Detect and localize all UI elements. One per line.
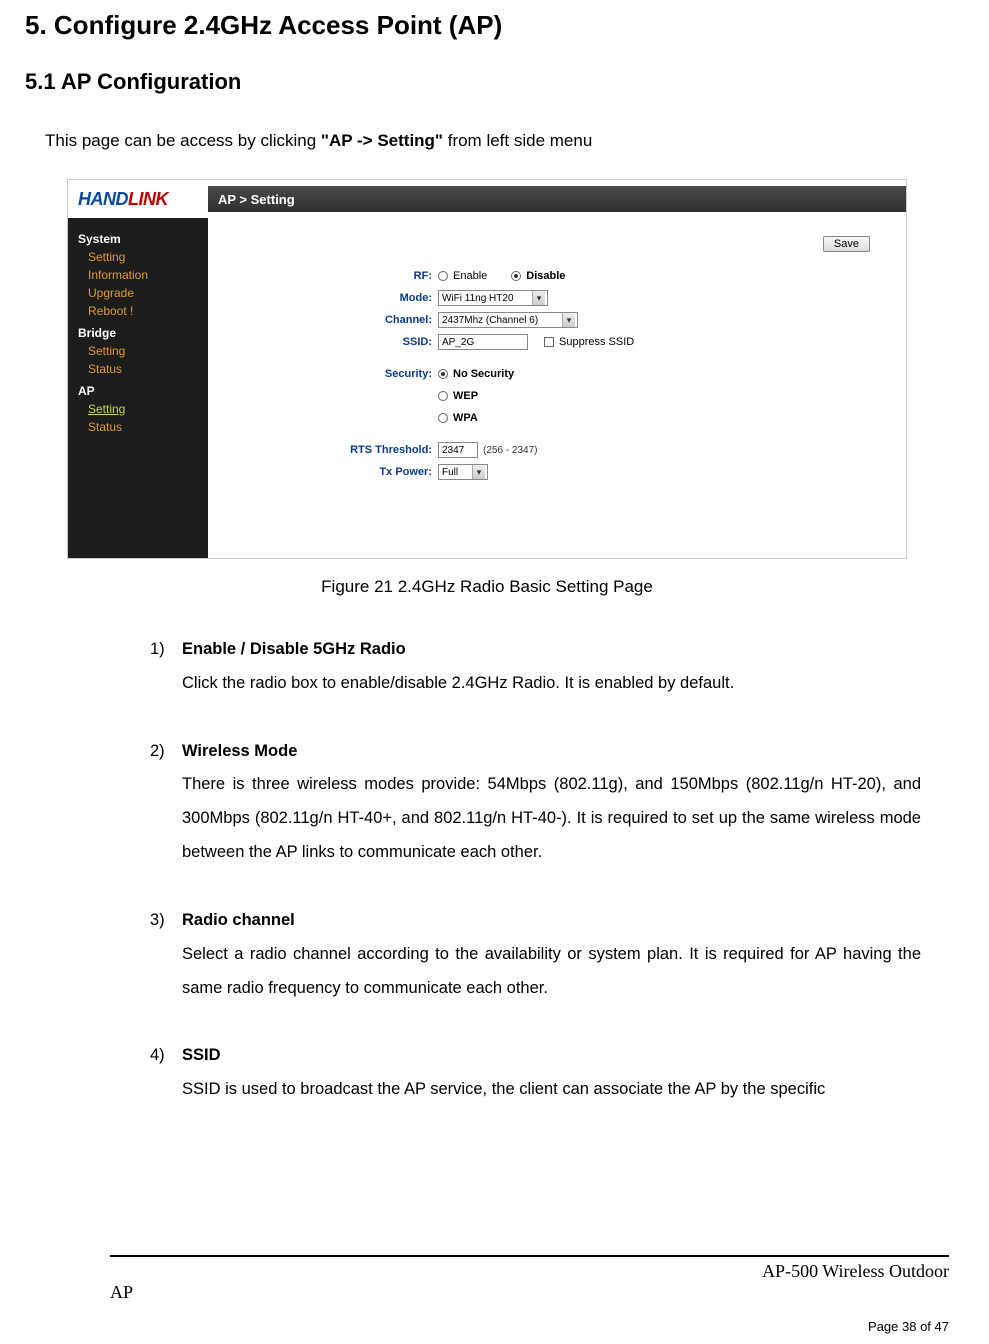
heading-1: 5. Configure 2.4GHz Access Point (AP) [25, 10, 949, 41]
suppress-ssid-text: Suppress SSID [559, 336, 634, 348]
numbered-list: 1)Enable / Disable 5GHz Radio Click the … [150, 633, 921, 1107]
item-title: Enable / Disable 5GHz Radio [182, 640, 406, 658]
sidebar-item-bridge-setting[interactable]: Setting [68, 342, 208, 360]
channel-select[interactable]: 2437Mhz (Channel 6) [438, 312, 578, 328]
item-body: Click the radio box to enable/disable 2.… [150, 667, 921, 701]
security-wep-radio[interactable] [438, 391, 448, 401]
screenshot-topbar: HANDLINK AP > Setting [68, 180, 906, 218]
sidebar: System Setting Information Upgrade Reboo… [68, 218, 208, 558]
breadcrumb-bar: AP > Setting [208, 186, 906, 212]
logo-hand: HAND [78, 189, 128, 209]
page-footer: AP-500 Wireless Outdoor AP Page 38 of 47 [0, 1255, 989, 1334]
intro-paragraph: This page can be access by clicking "AP … [45, 131, 949, 151]
intro-prefix: This page can be access by clicking [45, 131, 321, 150]
item-body: There is three wireless modes provide: 5… [150, 768, 921, 869]
sidebar-group-ap: AP [68, 378, 208, 400]
item-title: Wireless Mode [182, 742, 297, 760]
embedded-screenshot: HANDLINK AP > Setting System Setting Inf… [67, 179, 907, 559]
rts-range: (256 - 2347) [483, 445, 537, 456]
security-wpa-radio[interactable] [438, 413, 448, 423]
item-title: Radio channel [182, 911, 295, 929]
footer-page-number: Page 38 of 47 [0, 1303, 989, 1334]
security-none-text: No Security [453, 368, 514, 380]
sidebar-item-reboot[interactable]: Reboot ! [68, 302, 208, 320]
sidebar-item-upgrade[interactable]: Upgrade [68, 284, 208, 302]
footer-right: AP-500 Wireless Outdoor [762, 1261, 949, 1282]
security-wep-text: WEP [453, 390, 478, 402]
rts-input[interactable]: 2347 [438, 442, 478, 458]
item-title: SSID [182, 1046, 221, 1064]
mode-select[interactable]: WiFi 11ng HT20 [438, 290, 548, 306]
list-item: 4)SSID SSID is used to broadcast the AP … [150, 1039, 921, 1107]
sidebar-item-bridge-status[interactable]: Status [68, 360, 208, 378]
item-body: SSID is used to broadcast the AP service… [150, 1073, 921, 1107]
logo-link: LINK [128, 189, 168, 209]
logo: HANDLINK [68, 189, 208, 210]
rts-label: RTS Threshold: [208, 444, 438, 456]
rf-disable-radio[interactable] [511, 271, 521, 281]
save-button[interactable]: Save [823, 236, 870, 252]
rf-enable-radio[interactable] [438, 271, 448, 281]
figure-caption: Figure 21 2.4GHz Radio Basic Setting Pag… [25, 577, 949, 597]
intro-suffix: from left side menu [443, 131, 592, 150]
item-number: 4) [150, 1039, 182, 1073]
channel-label: Channel: [208, 314, 438, 326]
suppress-ssid-checkbox[interactable] [544, 337, 554, 347]
heading-2: 5.1 AP Configuration [25, 69, 949, 95]
sidebar-item-system-setting[interactable]: Setting [68, 248, 208, 266]
txpower-select[interactable]: Full [438, 464, 488, 480]
ssid-input[interactable]: AP_2G [438, 334, 528, 350]
footer-left: AP [110, 1282, 133, 1303]
list-item: 3)Radio channel Select a radio channel a… [150, 904, 921, 1005]
item-body: Select a radio channel according to the … [150, 938, 921, 1006]
sidebar-group-system: System [68, 226, 208, 248]
breadcrumb: AP > Setting [218, 192, 295, 207]
item-number: 3) [150, 904, 182, 938]
txpower-label: Tx Power: [208, 466, 438, 478]
list-item: 2)Wireless Mode There is three wireless … [150, 735, 921, 870]
sidebar-item-ap-status[interactable]: Status [68, 418, 208, 436]
security-none-radio[interactable] [438, 369, 448, 379]
rf-disable-text: Disable [526, 270, 565, 282]
security-label: Security: [208, 368, 438, 380]
item-number: 1) [150, 633, 182, 667]
rf-enable-text: Enable [453, 270, 487, 282]
item-number: 2) [150, 735, 182, 769]
ssid-label: SSID: [208, 336, 438, 348]
intro-bold: "AP -> Setting" [321, 131, 443, 150]
mode-label: Mode: [208, 292, 438, 304]
rf-label: RF: [208, 270, 438, 282]
sidebar-group-bridge: Bridge [68, 320, 208, 342]
settings-panel: Save RF: Enable Disable Mode: WiFi 11ng … [208, 218, 906, 558]
list-item: 1)Enable / Disable 5GHz Radio Click the … [150, 633, 921, 701]
sidebar-item-information[interactable]: Information [68, 266, 208, 284]
security-wpa-text: WPA [453, 412, 478, 424]
sidebar-item-ap-setting[interactable]: Setting [68, 400, 208, 418]
